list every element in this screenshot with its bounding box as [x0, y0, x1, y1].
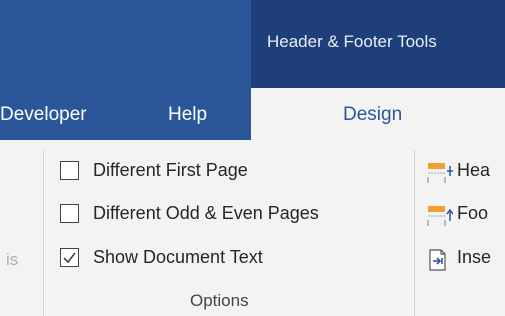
tab-help[interactable]: Help — [168, 104, 207, 126]
header-from-top-label: Hea — [457, 160, 491, 180]
different-odd-even-pages-checkbox[interactable] — [60, 204, 79, 223]
show-document-text-checkbox[interactable] — [60, 248, 79, 267]
different-odd-even-pages-label: Different Odd & Even Pages — [93, 203, 319, 223]
show-document-text-label: Show Document Text — [93, 247, 263, 267]
previous-group-partial-label: is — [6, 250, 19, 269]
header-from-top-icon — [427, 163, 453, 183]
options-group-label: Options — [190, 291, 249, 310]
different-first-page-label: Different First Page — [93, 160, 248, 180]
tab-developer[interactable]: Developer — [0, 104, 87, 126]
group-divider — [43, 150, 44, 316]
header-footer-tools-label: Header & Footer Tools — [267, 32, 437, 51]
different-first-page-checkbox[interactable] — [60, 161, 79, 180]
tab-design[interactable]: Design — [343, 104, 402, 126]
group-divider — [414, 150, 415, 316]
insert-alignment-tab-label: Inse — [457, 247, 492, 267]
checkmark-icon — [63, 252, 76, 264]
footer-from-bottom-icon — [427, 206, 453, 226]
footer-from-bottom-label: Foo — [457, 203, 489, 223]
insert-alignment-tab-icon — [429, 249, 446, 271]
